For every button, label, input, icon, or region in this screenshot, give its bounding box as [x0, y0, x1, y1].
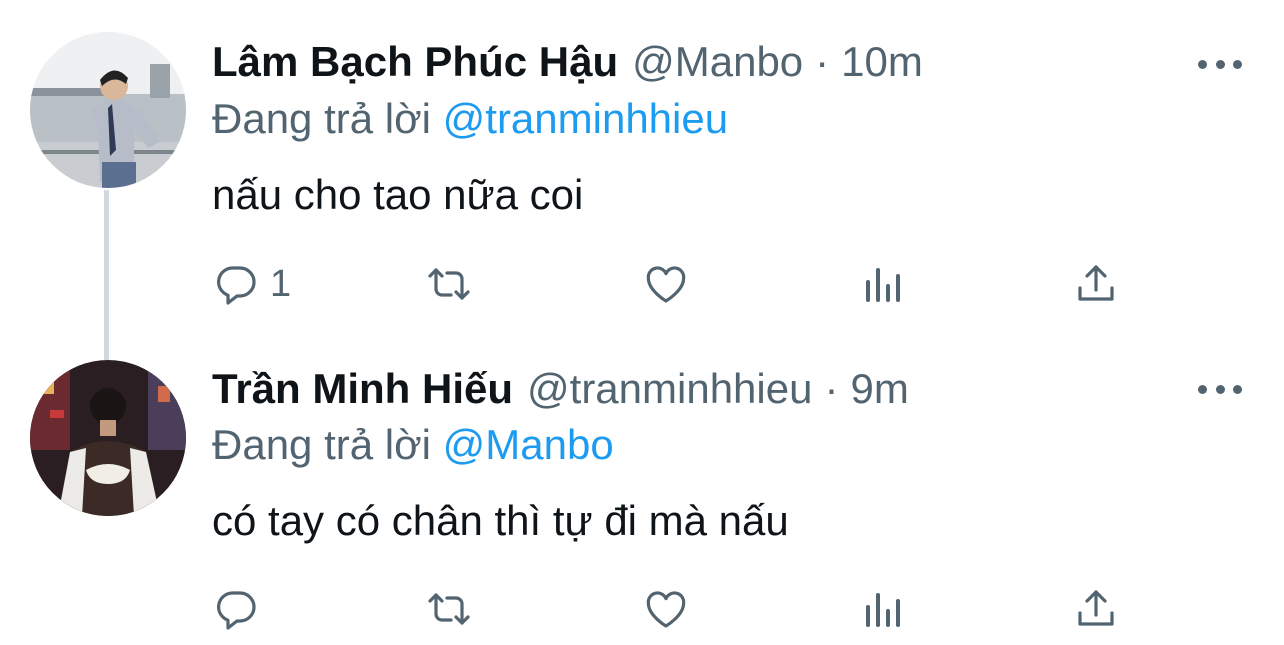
- share-icon: [1078, 265, 1114, 301]
- avatar-photo-icon: [30, 360, 186, 516]
- mention-link[interactable]: @Manbo: [443, 421, 614, 468]
- tweet[interactable]: Lâm Bạch Phúc Hậu @Manbo · 10m Đang trả …: [0, 0, 1284, 330]
- replying-to-label: Đang trả lời: [212, 95, 431, 142]
- avatar[interactable]: [30, 360, 186, 516]
- share-icon: [1078, 590, 1114, 626]
- reply-count: 1: [270, 262, 292, 305]
- reply-icon: [217, 591, 256, 630]
- views-button[interactable]: [858, 584, 906, 634]
- tweet-actions: 1: [0, 259, 1284, 309]
- views-icon: [866, 593, 900, 627]
- retweet-button[interactable]: [425, 584, 473, 634]
- share-button[interactable]: [1072, 584, 1120, 634]
- replying-to: Đang trả lời @Manbo: [212, 417, 614, 473]
- views-button[interactable]: [858, 259, 906, 309]
- retweet-button[interactable]: [425, 259, 473, 309]
- retweet-icon: [428, 268, 470, 300]
- mention-link[interactable]: @tranminhhieu: [443, 95, 728, 142]
- timestamp[interactable]: 9m: [850, 361, 908, 417]
- more-icon[interactable]: [1198, 54, 1242, 74]
- reply-button[interactable]: 1: [212, 259, 291, 309]
- like-button[interactable]: [642, 259, 690, 309]
- separator-dot: ·: [815, 38, 830, 85]
- user-handle[interactable]: @Manbo: [632, 34, 803, 90]
- user-handle[interactable]: @tranminhhieu: [527, 361, 812, 417]
- like-button[interactable]: [642, 584, 690, 634]
- avatar[interactable]: [30, 32, 186, 188]
- display-name[interactable]: Lâm Bạch Phúc Hậu: [212, 34, 618, 90]
- separator-dot: ·: [824, 365, 839, 412]
- like-icon: [646, 591, 686, 628]
- display-name[interactable]: Trần Minh Hiếu: [212, 361, 513, 417]
- tweet-actions: [0, 584, 1284, 634]
- avatar-photo-icon: [30, 32, 186, 188]
- reply-button[interactable]: [212, 584, 270, 634]
- replying-to: Đang trả lời @tranminhhieu: [212, 91, 728, 147]
- retweet-icon: [428, 593, 470, 625]
- tweet[interactable]: Trần Minh Hiếu @tranminhhieu · 9m Đang t…: [0, 345, 1284, 645]
- timestamp[interactable]: 10m: [841, 34, 923, 90]
- share-button[interactable]: [1072, 259, 1120, 309]
- tweet-text: có tay có chân thì tự đi mà nấu: [212, 497, 789, 544]
- tweet-header: Lâm Bạch Phúc Hậu @Manbo · 10m: [212, 34, 1194, 90]
- replying-to-label: Đang trả lời: [212, 421, 431, 468]
- reply-icon: [217, 266, 256, 305]
- more-icon[interactable]: [1198, 379, 1242, 399]
- views-icon: [866, 268, 900, 302]
- like-icon: [646, 266, 686, 303]
- tweet-header: Trần Minh Hiếu @tranminhhieu · 9m: [212, 361, 1194, 417]
- tweet-text: nấu cho tao nữa coi: [212, 171, 584, 218]
